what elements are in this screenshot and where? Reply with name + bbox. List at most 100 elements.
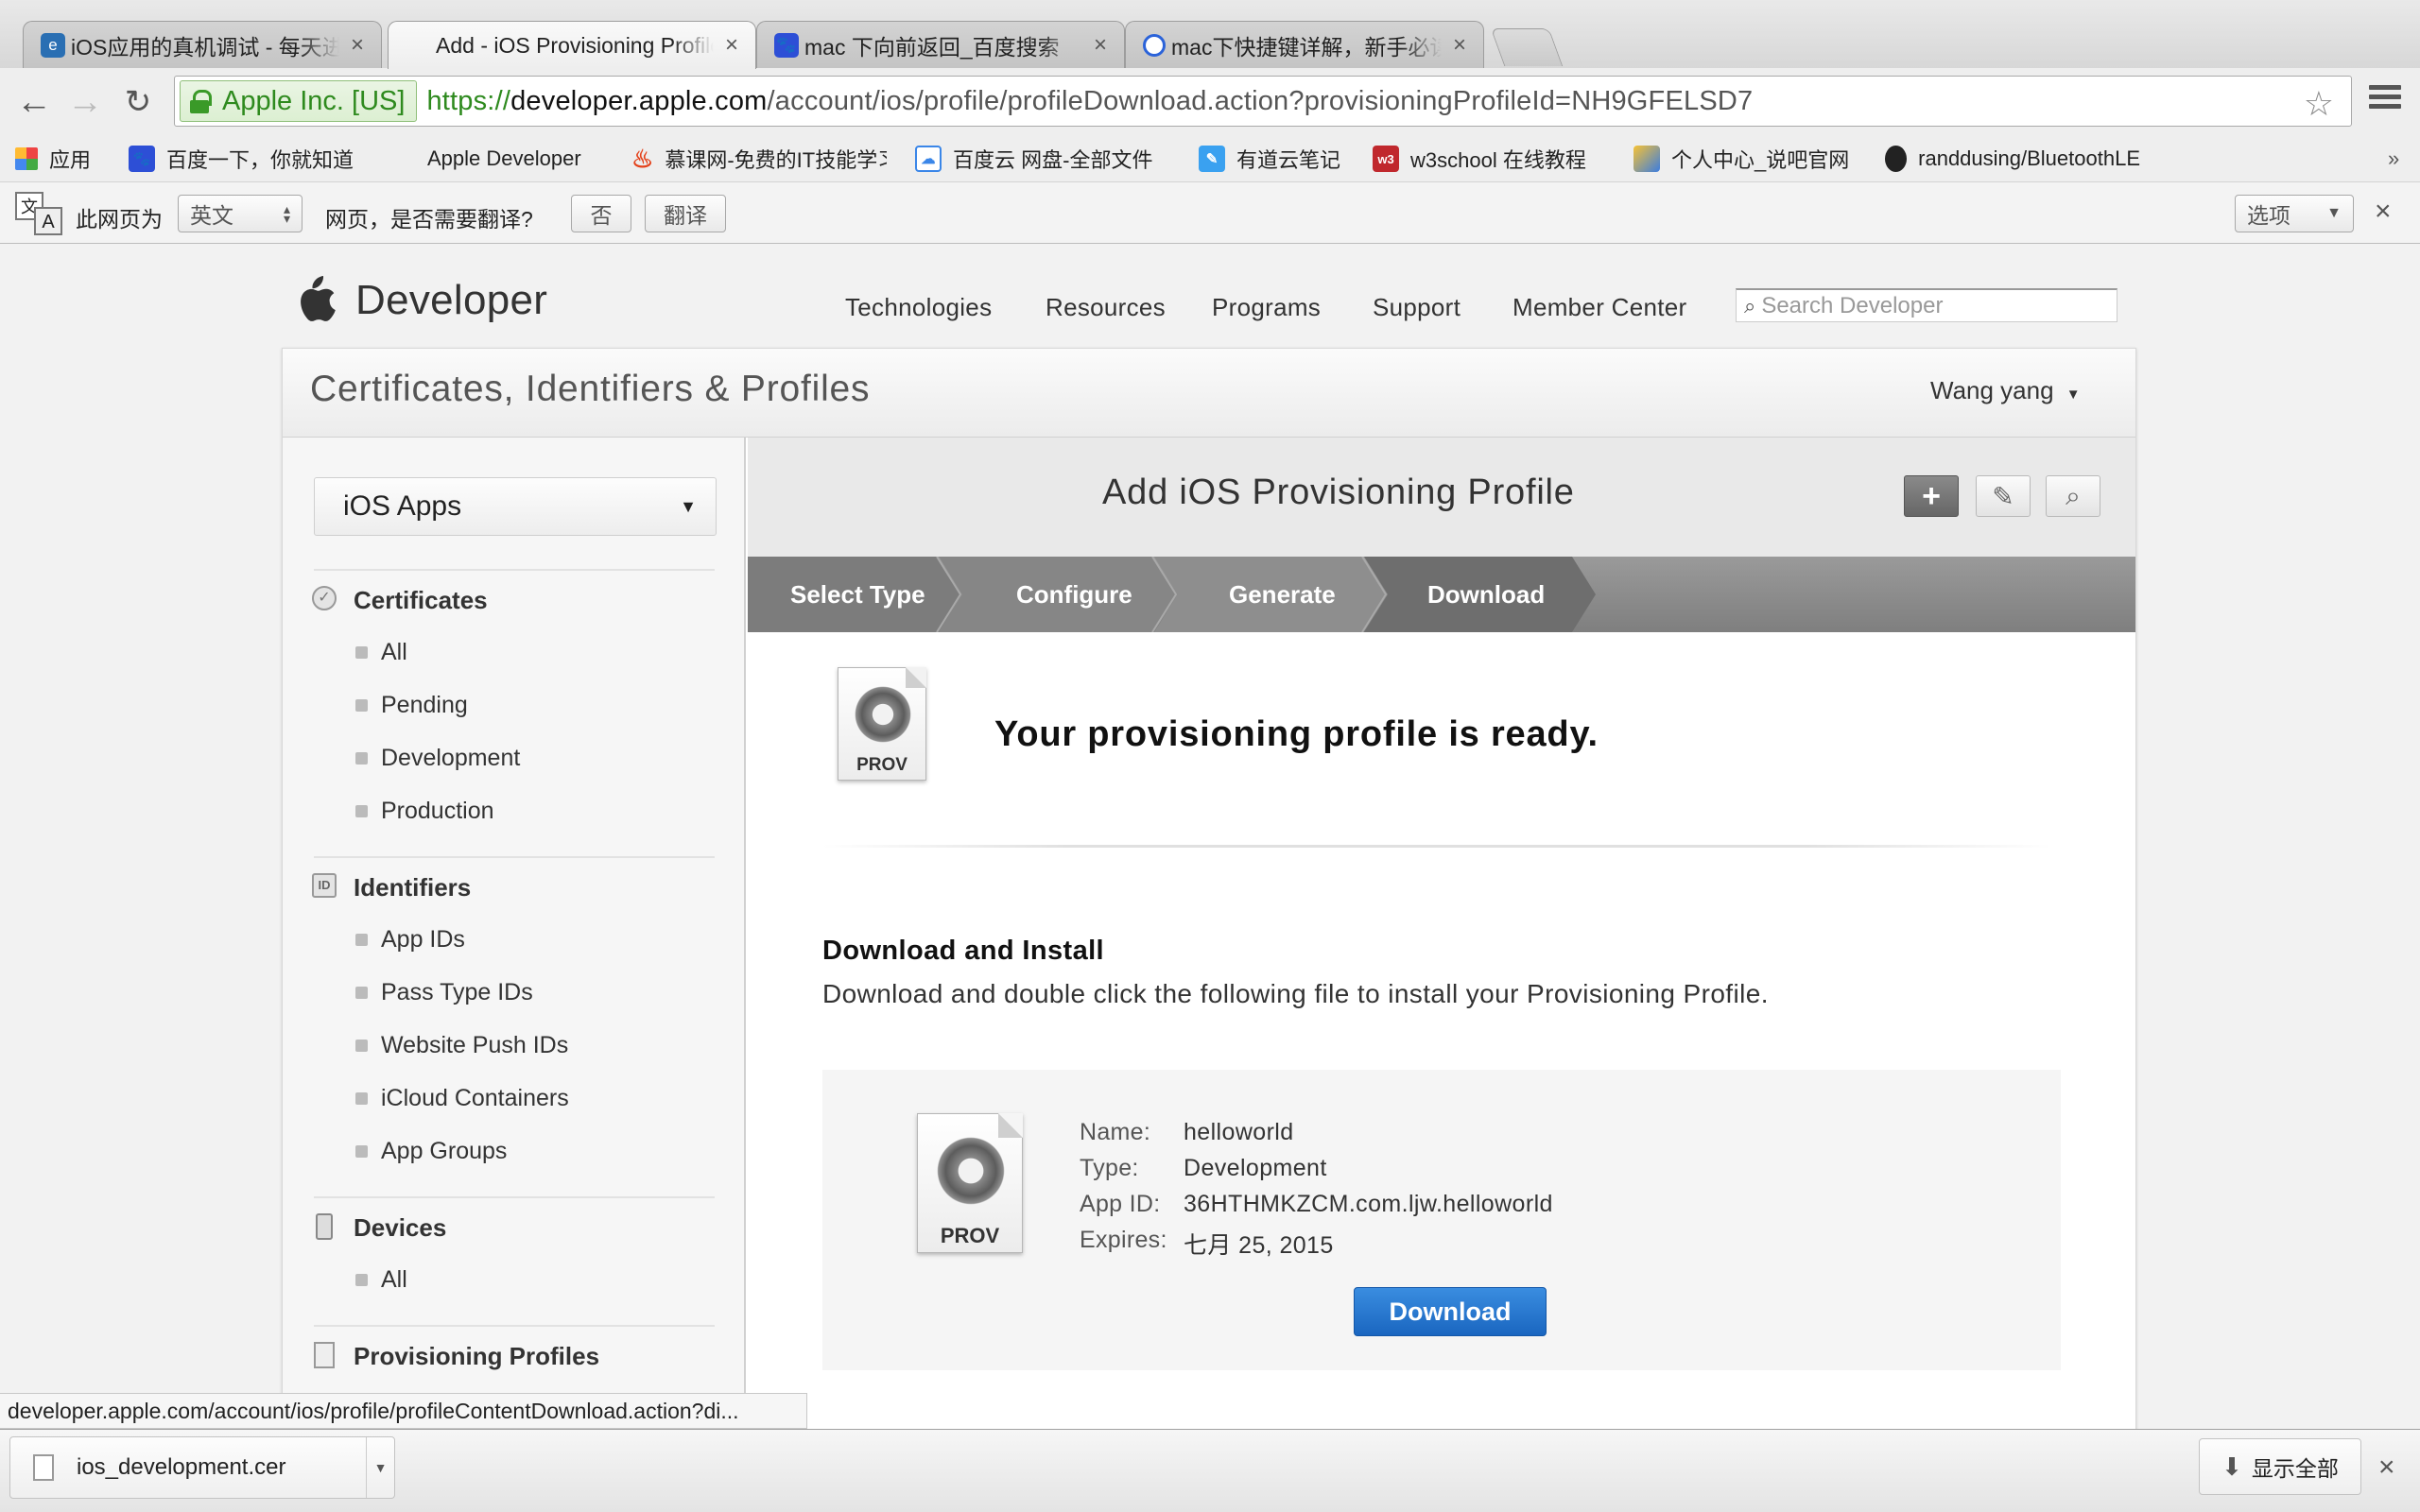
bookmark-apps[interactable]: 应用 bbox=[15, 136, 91, 181]
tab-provisioning-profile[interactable]: Add - iOS Provisioning Profile × bbox=[388, 21, 756, 69]
ev-certificate-badge[interactable]: Apple Inc. [US] bbox=[180, 80, 418, 122]
bookmark-baidu[interactable]: 🐾 百度一下，你就知道 bbox=[129, 136, 354, 181]
apple-logo-icon[interactable] bbox=[295, 276, 337, 323]
address-bar[interactable]: Apple Inc. [US] https://developer.apple.… bbox=[174, 76, 2352, 127]
reload-icon[interactable]: ↻ bbox=[117, 81, 159, 123]
bullet-icon bbox=[355, 987, 368, 999]
bookmark-w3school[interactable]: w3 w3school 在线教程 bbox=[1373, 136, 1586, 181]
nav-programs[interactable]: Programs bbox=[1212, 293, 1321, 322]
bookmark-baidu-cloud[interactable]: ☁ 百度云 网盘-全部文件 bbox=[915, 136, 1152, 181]
developer-brand[interactable]: Developer bbox=[355, 277, 547, 324]
nav-member-center[interactable]: Member Center bbox=[1512, 293, 1687, 322]
platform-select[interactable]: iOS Apps ▼ bbox=[314, 477, 717, 536]
tab-baidu-search[interactable]: 🐾 mac 下向前返回_百度搜索 × bbox=[756, 21, 1125, 68]
tab-close-icon[interactable]: × bbox=[1449, 32, 1470, 59]
step-configure: Configure bbox=[1016, 579, 1132, 609]
user-name: Wang yang bbox=[1930, 376, 2054, 404]
bookmarks-overflow-icon[interactable]: » bbox=[2388, 136, 2399, 181]
plus-icon: + bbox=[1922, 477, 1941, 514]
tab-close-icon[interactable]: × bbox=[721, 32, 742, 59]
bookmark-label: 个人中心_说吧官网 bbox=[1671, 148, 1850, 172]
profile-type-value: Development bbox=[1184, 1155, 1327, 1181]
back-arrow-icon[interactable]: ← bbox=[13, 81, 55, 123]
edit-pencil-icon: ✎ bbox=[1992, 481, 2014, 511]
forward-arrow-icon[interactable]: → bbox=[64, 81, 106, 123]
baidu-paw-icon: 🐾 bbox=[774, 32, 799, 58]
sidebar-item-production[interactable]: Production bbox=[381, 798, 494, 825]
translate-options-select[interactable]: 选项 ▼ bbox=[2235, 195, 2354, 232]
user-menu[interactable]: Wang yang ▼ bbox=[1930, 376, 2081, 405]
panel-title: Add iOS Provisioning Profile bbox=[1102, 472, 1575, 512]
bullet-icon bbox=[355, 1274, 368, 1286]
translate-infobar: 文 A 此网页为 英文 ▴ ▾ 网页，是否需要翻译? 否 翻译 选项 ▼ × bbox=[0, 181, 2420, 244]
sidebar-item-icloud-containers[interactable]: iCloud Containers bbox=[381, 1085, 569, 1112]
tab-ios-debug[interactable]: e iOS应用的真机调试 - 每天进步 × bbox=[23, 21, 382, 68]
download-item[interactable]: ios_development.cer ▼ bbox=[9, 1436, 395, 1499]
url-text[interactable]: https://developer.apple.com/account/ios/… bbox=[426, 86, 1753, 117]
source-language-select[interactable]: 英文 ▴ ▾ bbox=[178, 195, 302, 232]
add-button[interactable]: + bbox=[1904, 475, 1959, 517]
tab-close-icon[interactable]: × bbox=[347, 32, 368, 59]
show-all-downloads-button[interactable]: ⬇ 显示全部 bbox=[2199, 1438, 2361, 1495]
search-button[interactable]: ⌕ bbox=[2046, 475, 2100, 517]
sidebar-section-devices[interactable]: Devices bbox=[354, 1213, 446, 1243]
id-card-icon: ID bbox=[312, 873, 337, 898]
sidebar-item-pass-type-ids[interactable]: Pass Type IDs bbox=[381, 979, 533, 1006]
download-button[interactable]: Download bbox=[1354, 1287, 1547, 1336]
search-developer-input[interactable]: ⌕ Search Developer bbox=[1736, 288, 2118, 322]
tab-title: iOS应用的真机调试 - 每天进步 bbox=[71, 34, 339, 60]
sidebar-item-app-ids[interactable]: App IDs bbox=[381, 926, 465, 954]
translate-no-button[interactable]: 否 bbox=[571, 195, 631, 232]
sidebar-item-certificates-all[interactable]: All bbox=[381, 639, 407, 666]
profile-expires-label: Expires: bbox=[1080, 1227, 1167, 1253]
sidebar-divider bbox=[314, 1196, 715, 1198]
prov-label: PROV bbox=[856, 755, 908, 775]
bookmark-label: 慕课网-免费的IT技能学习平台 bbox=[665, 148, 887, 172]
nav-support[interactable]: Support bbox=[1373, 293, 1461, 322]
page-fold bbox=[906, 667, 926, 688]
translate-button[interactable]: 翻译 bbox=[645, 195, 726, 232]
sidebar-item-app-groups[interactable]: App Groups bbox=[381, 1138, 507, 1165]
bookmark-github-bluetooth[interactable]: randdusing/BluetoothLE bbox=[1885, 136, 2140, 181]
tab-mac-shortcuts[interactable]: mac下快捷键详解，新手必读 × bbox=[1125, 21, 1484, 68]
sidebar-item-development[interactable]: Development bbox=[381, 745, 520, 772]
sidebar-section-certificates[interactable]: Certificates bbox=[354, 586, 488, 615]
bullet-icon bbox=[355, 1040, 368, 1052]
puzzle-icon bbox=[1634, 146, 1660, 172]
sidebar-section-identifiers[interactable]: Identifiers bbox=[354, 873, 471, 902]
download-filename: ios_development.cer bbox=[77, 1454, 286, 1480]
download-install-description: Download and double click the following … bbox=[822, 979, 1769, 1008]
sidebar-divider bbox=[314, 856, 715, 858]
tab-close-icon[interactable]: × bbox=[1090, 32, 1111, 59]
github-icon bbox=[1885, 146, 1908, 172]
sidebar-item-website-push-ids[interactable]: Website Push IDs bbox=[381, 1032, 568, 1059]
nav-resources[interactable]: Resources bbox=[1046, 293, 1166, 322]
profile-name-value: helloworld bbox=[1184, 1119, 1294, 1145]
browser-menu-icon[interactable] bbox=[2369, 85, 2401, 115]
translate-question: 网页，是否需要翻译? bbox=[325, 207, 533, 232]
close-icon[interactable]: × bbox=[2375, 196, 2392, 228]
bookmark-apple-developer[interactable]: Apple Developer bbox=[389, 136, 581, 181]
bookmark-shuoba[interactable]: 个人中心_说吧官网 bbox=[1634, 136, 1849, 181]
url-path: /account/ios/profile/profileDownload.act… bbox=[767, 85, 1754, 116]
apple-icon bbox=[389, 146, 416, 172]
bookmark-label: 百度云 网盘-全部文件 bbox=[953, 148, 1153, 172]
sidebar-item-pending[interactable]: Pending bbox=[381, 692, 468, 719]
nav-technologies[interactable]: Technologies bbox=[845, 293, 992, 322]
bookmark-star-icon[interactable]: ☆ bbox=[2304, 84, 2334, 124]
gear-icon bbox=[850, 681, 916, 747]
edit-button[interactable]: ✎ bbox=[1976, 475, 2031, 517]
bookmark-label: 有道云笔记 bbox=[1236, 148, 1341, 172]
stepper-arrows-icon: ▴ ▾ bbox=[283, 201, 290, 226]
download-arrow-icon: ⬇ bbox=[2221, 1452, 2242, 1481]
step-generate: Generate bbox=[1229, 579, 1336, 609]
chevron-down-icon[interactable]: ▼ bbox=[366, 1437, 394, 1498]
profile-appid-label: App ID: bbox=[1080, 1191, 1161, 1217]
profile-type-label: Type: bbox=[1080, 1155, 1139, 1181]
bookmark-imooc[interactable]: ♨ 慕课网-免费的IT技能学习平台 bbox=[631, 136, 887, 181]
bookmark-youdao-note[interactable]: ✎ 有道云笔记 bbox=[1199, 136, 1340, 181]
close-shelf-icon[interactable]: × bbox=[2378, 1452, 2395, 1484]
chevron-down-icon: ▼ bbox=[2326, 205, 2342, 221]
sidebar-item-devices-all[interactable]: All bbox=[381, 1266, 407, 1294]
sidebar-section-provisioning-profiles[interactable]: Provisioning Profiles bbox=[354, 1342, 599, 1371]
